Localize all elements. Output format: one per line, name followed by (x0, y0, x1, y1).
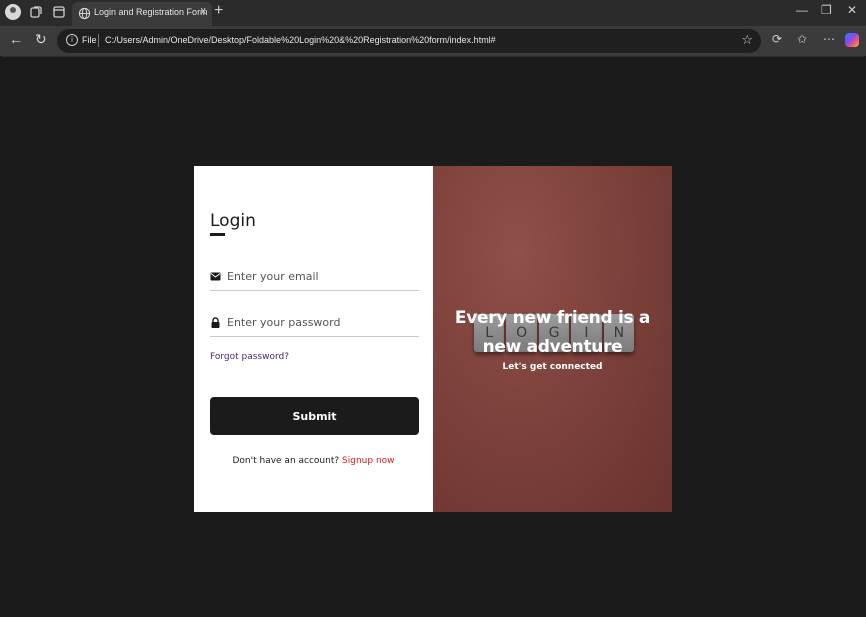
email-input[interactable] (227, 266, 415, 286)
title-underline (210, 233, 225, 236)
form-title: Login (210, 211, 256, 231)
workspaces-icon[interactable] (29, 5, 43, 19)
copilot-icon[interactable] (845, 33, 859, 47)
password-input[interactable] (227, 312, 415, 332)
signup-link[interactable]: Signup now (342, 456, 394, 466)
tab-title: Login and Registration Form (94, 7, 208, 17)
address-bar[interactable]: i File C:/Users/Admin/OneDrive/Desktop/F… (57, 29, 761, 53)
site-info-icon[interactable]: i (66, 34, 78, 46)
restore-icon[interactable]: ❐ (821, 3, 832, 17)
hero-headline-line2: new adventure (482, 337, 623, 357)
profile-avatar-icon[interactable] (5, 4, 21, 20)
address-divider (98, 34, 99, 47)
favorite-star-icon[interactable]: ☆ (741, 32, 753, 48)
submit-button[interactable]: Submit (210, 397, 419, 435)
login-form-pane: Login Forgot password? Submit Don't have… (194, 166, 433, 512)
close-tab-icon[interactable]: x (201, 5, 207, 17)
refresh-icon[interactable]: ↻ (35, 31, 47, 48)
extensions-icon[interactable]: ⟳ (772, 32, 782, 46)
address-scheme-label: File (82, 35, 97, 45)
forgot-password-link[interactable]: Forgot password? (210, 352, 289, 362)
tab-actions-icon[interactable] (52, 5, 66, 19)
password-field (210, 310, 419, 337)
lock-icon (211, 317, 220, 328)
minimize-icon[interactable]: — (796, 3, 808, 17)
new-tab-icon[interactable]: + (214, 2, 223, 20)
signup-prompt-text: Don't have an account? (232, 456, 340, 466)
address-toolbar: ← ↻ i File C:/Users/Admin/OneDrive/Deskt… (0, 26, 866, 56)
close-window-icon[interactable]: ✕ (847, 3, 857, 17)
envelope-icon (210, 272, 221, 281)
browser-tab-active[interactable]: Login and Registration Form x (72, 2, 212, 26)
back-arrow-icon[interactable]: ← (9, 31, 23, 47)
email-field (210, 264, 419, 291)
favorites-icon[interactable]: ✩ (797, 32, 807, 46)
globe-icon (78, 7, 91, 20)
more-menu-icon[interactable]: ⋯ (823, 32, 835, 46)
hero-image-pane: L O G I N Every new friend is a new adve… (433, 166, 672, 512)
address-url[interactable]: C:/Users/Admin/OneDrive/Desktop/Foldable… (105, 35, 496, 45)
hero-subline: Let's get connected (502, 362, 603, 372)
login-card: Login Forgot password? Submit Don't have… (194, 166, 672, 512)
hero-headline-line1: Every new friend is a (454, 308, 651, 328)
browser-tab-bar: Login and Registration Form x + — ❐ ✕ (0, 0, 866, 26)
hero-headline: Every new friend is a new adventure (433, 304, 672, 362)
signup-prompt: Don't have an account? Signup now (194, 456, 433, 466)
